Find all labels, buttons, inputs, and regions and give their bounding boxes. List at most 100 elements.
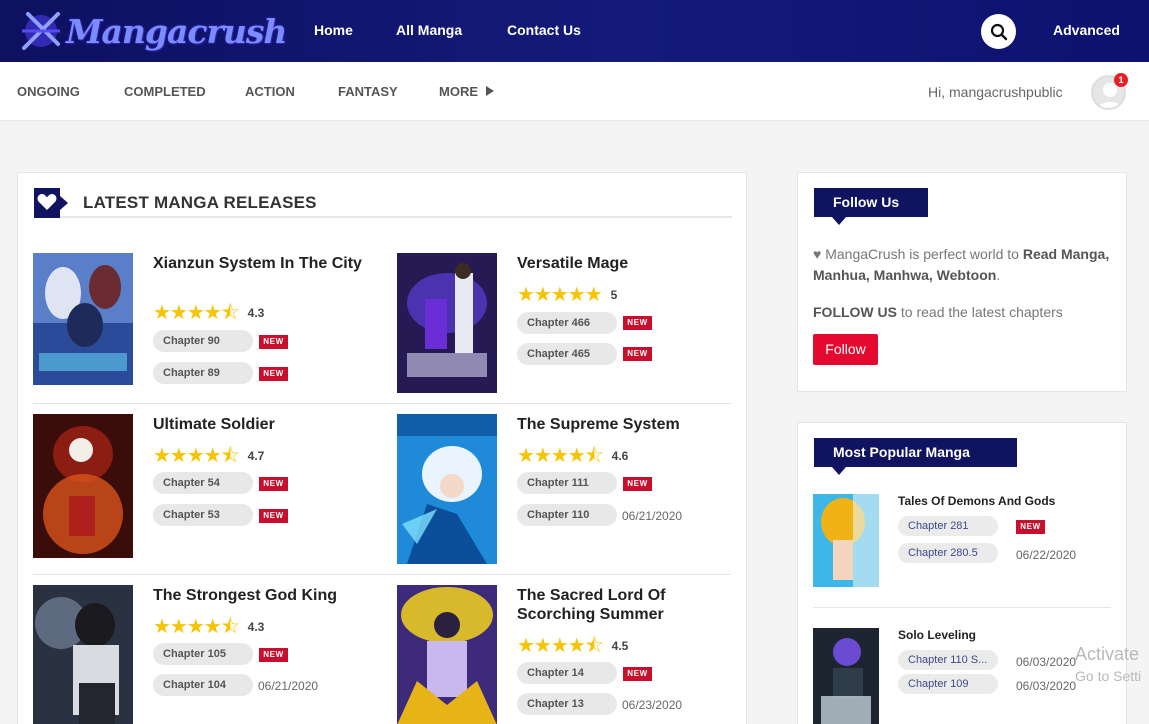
chapter-button[interactable]: Chapter 105 — [153, 643, 253, 665]
row-divider — [33, 403, 731, 404]
manga-title[interactable]: The Sacred Lord Of Scorching Summer — [517, 586, 727, 624]
chapter-button[interactable]: Chapter 14 — [517, 662, 617, 684]
search-icon — [990, 23, 1007, 40]
star-rating-icon: ★★★★★ — [517, 284, 603, 306]
new-badge: NEW — [259, 477, 288, 491]
advanced-search-link[interactable]: Advanced — [1053, 22, 1120, 38]
nav-all-manga[interactable]: All Manga — [396, 22, 462, 38]
manga-cover[interactable] — [397, 585, 497, 724]
manga-card: The Sacred Lord Of Scorching Summer ★★★★… — [397, 585, 731, 724]
chapter-button[interactable]: Chapter 465 — [517, 343, 617, 365]
chapter-button[interactable]: Chapter 89 — [153, 362, 253, 384]
new-badge: NEW — [623, 667, 652, 681]
follow-line1-end: . — [996, 267, 1001, 283]
chapter-button[interactable]: Chapter 281 — [898, 516, 998, 536]
category-fantasy[interactable]: FANTASY — [338, 84, 398, 99]
manga-title[interactable]: The Supreme System — [517, 415, 727, 434]
category-ongoing[interactable]: ONGOING — [17, 84, 80, 99]
popular-title[interactable]: Solo Leveling — [898, 628, 976, 642]
chapter-button[interactable]: Chapter 109 — [898, 674, 998, 694]
new-badge: NEW — [623, 316, 652, 330]
rating-value: 4.3 — [247, 620, 265, 634]
chapter-button[interactable]: Chapter 13 — [517, 693, 617, 715]
chapter-date: 06/21/2020 — [622, 509, 683, 523]
logo-emblem-icon — [22, 12, 60, 50]
follow-us-heading: Follow Us — [814, 188, 928, 225]
popular-title[interactable]: Tales Of Demons And Gods — [898, 494, 1055, 508]
rating: ★★★★⯪ 4.5 — [517, 635, 628, 657]
manga-cover[interactable] — [33, 414, 133, 558]
rating-value: 4.6 — [611, 449, 629, 463]
heart-badge — [34, 188, 68, 218]
search-button[interactable] — [981, 14, 1016, 49]
site-logo[interactable]: Mangacrush — [18, 8, 287, 54]
chapter-date: 06/03/2020 — [1016, 655, 1077, 669]
watermark-line2: Go to Setti — [1075, 668, 1142, 684]
new-badge: NEW — [623, 347, 652, 361]
notification-badge[interactable]: 1 — [1114, 73, 1128, 87]
new-badge: NEW — [259, 509, 288, 523]
chapter-date: 06/21/2020 — [258, 679, 319, 693]
star-rating-icon: ★★★★⯪ — [153, 616, 240, 638]
star-rating-icon: ★★★★⯪ — [153, 302, 240, 324]
follow-line2: to read the latest chapters — [900, 304, 1063, 320]
manga-card: Ultimate Soldier ★★★★⯪ 4.7 Chapter 54 NE… — [33, 414, 367, 558]
manga-card: Xianzun System In The City ★★★★⯪ 4.3 Cha… — [33, 253, 367, 386]
category-more[interactable]: MORE — [439, 84, 494, 99]
user-greeting: Hi, mangacrushpublic — [928, 84, 1063, 100]
most-popular-heading: Most Popular Manga — [814, 438, 1017, 475]
chapter-date: 06/03/2020 — [1016, 679, 1077, 693]
chapter-button[interactable]: Chapter 110 S... — [898, 650, 998, 670]
rating: ★★★★⯪ 4.3 — [153, 302, 264, 324]
nav-contact-us[interactable]: Contact Us — [507, 22, 581, 38]
rating: ★★★★⯪ 4.7 — [153, 445, 265, 467]
latest-releases-panel: LATEST MANGA RELEASES Xianzun System In … — [17, 172, 747, 724]
follow-description: ♥ MangaCrush is perfect world to Read Ma… — [813, 244, 1113, 286]
chapter-date: 06/23/2020 — [622, 698, 683, 712]
chapter-button[interactable]: Chapter 466 — [517, 312, 617, 334]
manga-card: The Supreme System ★★★★⯪ 4.6 Chapter 111… — [397, 414, 731, 564]
chapter-button[interactable]: Chapter 280.5 — [898, 543, 998, 563]
chapter-button[interactable]: Chapter 111 — [517, 472, 617, 494]
category-action[interactable]: ACTION — [245, 84, 295, 99]
category-completed[interactable]: COMPLETED — [124, 84, 206, 99]
heart-icon: ♥ — [813, 246, 822, 262]
follow-us-panel: Follow Us ♥ MangaCrush is perfect world … — [797, 172, 1127, 392]
new-badge: NEW — [259, 367, 288, 381]
manga-cover[interactable] — [33, 585, 133, 724]
popular-item: Tales Of Demons And Gods Chapter 281 NEW… — [813, 494, 1113, 587]
chapter-button[interactable]: Chapter 90 — [153, 330, 253, 352]
new-badge: NEW — [1016, 520, 1045, 534]
watermark-line1: Activate — [1075, 644, 1140, 664]
follow-button[interactable]: Follow — [813, 334, 878, 365]
windows-activation-watermark: Activate Go to Setti — [1075, 643, 1141, 687]
manga-title[interactable]: Ultimate Soldier — [153, 415, 363, 434]
manga-title[interactable]: The Strongest God King — [153, 586, 363, 605]
manga-cover[interactable] — [397, 414, 497, 564]
rating: ★★★★⯪ 4.3 — [153, 616, 265, 638]
popular-item: Solo Leveling Chapter 110 S... 06/03/202… — [813, 628, 1113, 724]
manga-cover[interactable] — [813, 628, 879, 724]
manga-title[interactable]: Versatile Mage — [517, 254, 727, 273]
manga-cover[interactable] — [397, 253, 497, 393]
latest-releases-title: LATEST MANGA RELEASES — [83, 193, 317, 212]
rating-value: 5 — [610, 288, 618, 302]
manga-card: The Strongest God King ★★★★⯪ 4.3 Chapter… — [33, 585, 367, 724]
manga-title[interactable]: Xianzun System In The City — [153, 254, 363, 273]
category-more-label: MORE — [439, 84, 478, 99]
star-rating-icon: ★★★★⯪ — [517, 445, 604, 467]
star-rating-icon: ★★★★⯪ — [517, 635, 604, 657]
chapter-button[interactable]: Chapter 53 — [153, 504, 253, 526]
rating-value: 4.7 — [247, 449, 265, 463]
new-badge: NEW — [623, 477, 652, 491]
manga-cover[interactable] — [33, 253, 133, 385]
manga-cover[interactable] — [813, 494, 879, 587]
nav-home[interactable]: Home — [314, 22, 353, 38]
rating: ★★★★★ 5 — [517, 284, 618, 306]
chapter-button[interactable]: Chapter 110 — [517, 504, 617, 526]
follow-line1: MangaCrush is perfect world to — [825, 246, 1019, 262]
star-rating-icon: ★★★★⯪ — [153, 445, 240, 467]
new-badge: NEW — [259, 335, 288, 349]
chapter-button[interactable]: Chapter 54 — [153, 472, 253, 494]
chapter-button[interactable]: Chapter 104 — [153, 674, 253, 696]
